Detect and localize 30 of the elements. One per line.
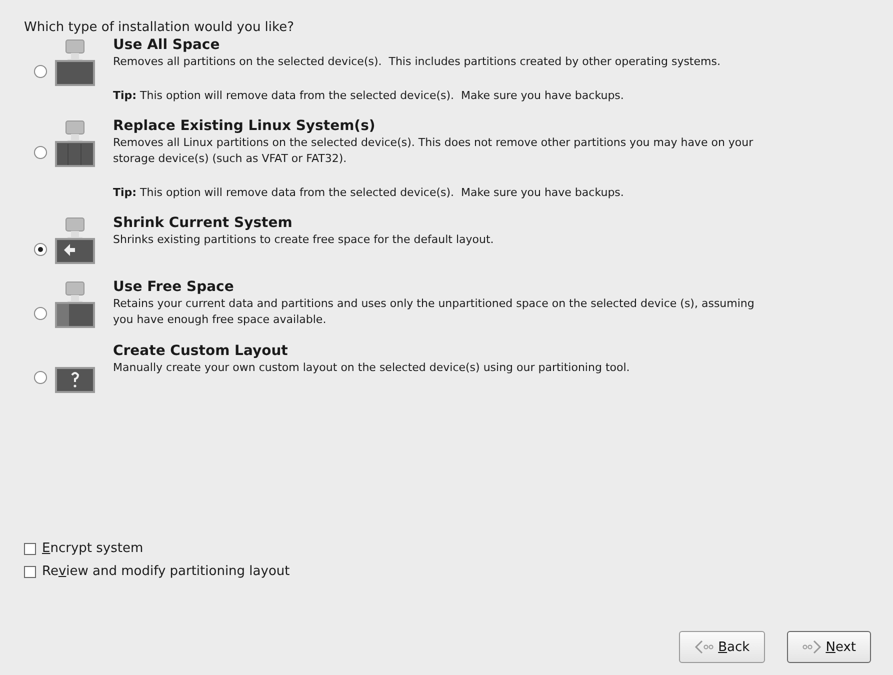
radio-button[interactable] (34, 307, 47, 320)
disk-icon (54, 281, 96, 329)
checkbox-label[interactable]: Review and modify partitioning layout (42, 564, 290, 579)
checkbox[interactable] (24, 542, 36, 554)
option-description: Manually create your own custom layout on the selected device(s) using our partitioning tool. (113, 360, 631, 376)
question-text: Which type of installation would you like? (24, 20, 295, 35)
back-arrow-icon (694, 640, 714, 654)
option-description: Retains your current data and partitions and uses only the unpartitioned space on the selected device (s), assuming you have enough free space available. (113, 296, 756, 328)
option-title: Shrink Current System (113, 215, 294, 232)
option-description: Removes all partitions on the selected device(s). This includes partitions created by other operating systems. (113, 54, 722, 70)
radio-button[interactable] (34, 371, 47, 384)
disk-icon (54, 217, 96, 265)
option-description: Removes all Linux partitions on the selected device(s). This does not remove other partitions you may have on your storage device(s) (such as VFAT or FAT32). (113, 135, 754, 167)
next-arrow-icon (802, 640, 822, 654)
back-button[interactable]: Back (679, 631, 765, 663)
option-title: Create Custom Layout (113, 343, 289, 360)
tip-text: Tip: This option will remove data from the selected device(s). Make sure you have backups. (113, 88, 625, 104)
option-title: Use All Space (113, 37, 221, 54)
option-title: Use Free Space (113, 279, 235, 296)
disk-icon (54, 39, 96, 87)
tip-text: Tip: This option will remove data from the selected device(s). Make sure you have backups. (113, 185, 625, 201)
disk-icon (54, 120, 96, 168)
radio-button[interactable] (34, 146, 47, 159)
checkbox[interactable] (24, 566, 36, 578)
option-title: Replace Existing Linux System(s) (113, 118, 376, 135)
option-description: Shrinks existing partitions to create free space for the default layout. (113, 232, 495, 248)
checkbox-label[interactable]: Encrypt system (42, 541, 144, 556)
next-button[interactable]: Next (786, 631, 871, 663)
radio-button[interactable] (34, 243, 47, 256)
radio-button[interactable] (34, 65, 47, 78)
